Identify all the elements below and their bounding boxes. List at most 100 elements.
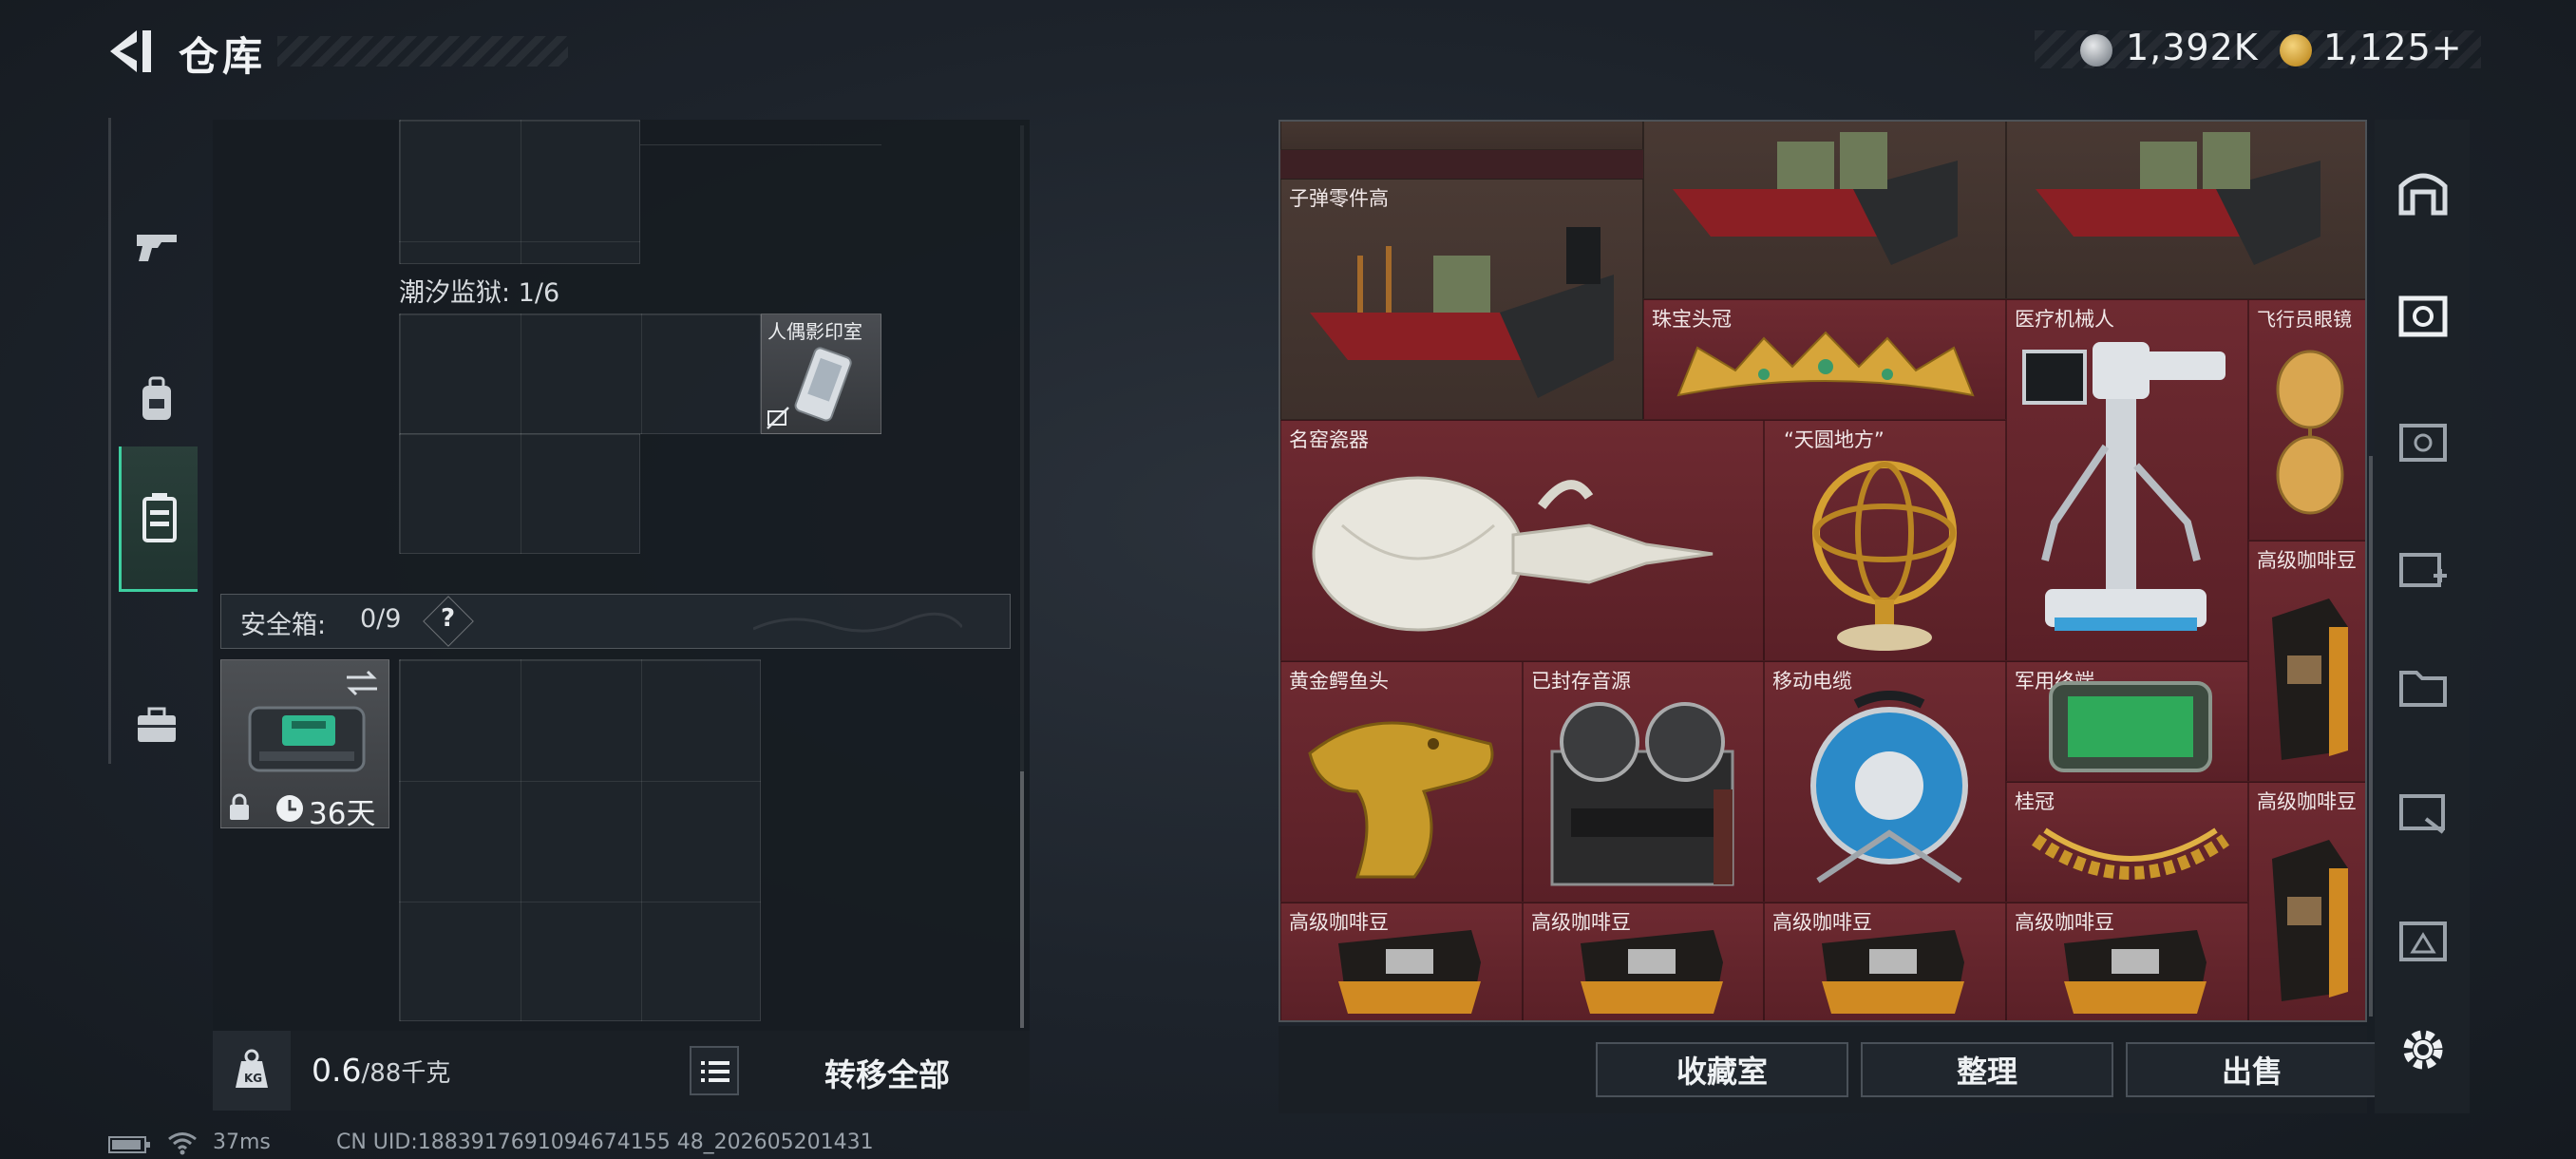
sell-button[interactable]: 出售 — [2126, 1042, 2378, 1097]
item-slot-premium-coffee-beans-1[interactable]: 高级咖啡豆 — [2248, 541, 2365, 782]
safe-box-grid[interactable] — [399, 659, 761, 1021]
silver-currency-value: 1,392K — [2126, 27, 2259, 68]
back-arrow-icon[interactable] — [103, 23, 160, 80]
item-slot-sealed-audio-source[interactable]: 已封存音源 — [1523, 661, 1764, 902]
weight-max: /88千克 — [361, 1059, 451, 1088]
briefcase-icon — [138, 707, 176, 742]
item-slot-premium-coffee-beans-6[interactable]: 高级咖啡豆 — [2006, 902, 2248, 1020]
stash-tab-1-icon[interactable] — [2397, 291, 2449, 342]
laurel-wreath-icon — [2031, 827, 2230, 880]
crown-icon — [1676, 331, 1975, 397]
list-icon — [701, 1061, 729, 1082]
item-slot-famous-porcelain[interactable]: 名窑瓷器 — [1280, 420, 1764, 661]
porcelain-vase-icon — [1312, 476, 1714, 632]
coffee-bag-icon — [1822, 930, 1964, 1014]
item-slot-premium-coffee-beans-3[interactable]: 高级咖啡豆 — [1280, 902, 1523, 1020]
left-scrollbar-thumb[interactable] — [1020, 771, 1024, 1028]
weight-icon: KG — [236, 1049, 268, 1088]
item-name: 高级咖啡豆 — [2257, 790, 2357, 813]
container-label: 潮汐监狱: 1/6 — [399, 278, 560, 308]
locker-icon — [142, 493, 177, 542]
item-slot-premium-coffee-beans-2[interactable]: 高级咖啡豆 — [2248, 782, 2365, 1020]
item-name: 子弹零件高 — [1289, 187, 1389, 210]
item-slot-partial[interactable] — [1280, 122, 1643, 150]
gun-icon — [137, 235, 177, 261]
wifi-icon — [168, 1132, 197, 1155]
tab-warehouse[interactable] — [119, 446, 198, 592]
safe-box-header: 安全箱: 0/9 ? — [220, 594, 1011, 649]
item-slot-ammo-parts[interactable]: 子弹零件高 — [1280, 179, 1643, 420]
container-grid-top-edge — [640, 120, 881, 145]
stash-tab-4-icon[interactable] — [2397, 661, 2449, 712]
safe-house-icon[interactable] — [2397, 165, 2449, 217]
item-slot-laurel-wreath[interactable]: 桂冠 — [2006, 782, 2248, 902]
backpack-icon — [142, 376, 171, 420]
uid-text: CN UID:1883917691094674155 48_2026052014… — [336, 1130, 874, 1154]
coffee-bag-icon — [1581, 930, 1723, 1014]
no-transfer-icon — [767, 407, 789, 429]
item-slot-golden-crocodile-head[interactable]: 黄金鳄鱼头 — [1280, 661, 1523, 902]
keycard-icon — [794, 347, 852, 422]
container-grid-row1[interactable] — [399, 314, 761, 434]
tab-supplies[interactable] — [119, 654, 195, 796]
item-slot-ammo-parts-3[interactable] — [2006, 122, 2365, 299]
category-tabs — [108, 118, 210, 764]
item-name: 高级咖啡豆 — [2257, 549, 2357, 572]
stash-tabs-sidebar — [2375, 120, 2470, 1113]
item-slot-military-terminal[interactable]: 军用终端 — [2006, 661, 2248, 782]
item-slot-ammo-parts-2[interactable] — [1643, 122, 2006, 299]
stash-tab-6-icon[interactable] — [2397, 914, 2449, 965]
capacity-bar: KG 0.6/88千克 转移全部 — [213, 1031, 1030, 1111]
svg-text:KG: KG — [244, 1072, 262, 1085]
transfer-all-button[interactable]: 转移全部 — [824, 1050, 950, 1095]
safe-box-slot[interactable]: 36天 — [220, 659, 389, 831]
page-title: 仓库 — [179, 33, 267, 80]
gold-token-icon — [2280, 34, 2312, 66]
ammo-crate-icon — [2036, 132, 2320, 265]
armillary-sphere-icon — [1812, 461, 1957, 651]
container-grid-top[interactable] — [399, 120, 640, 264]
collection-room-button[interactable]: 收藏室 — [1596, 1042, 1848, 1097]
ping-text: 37ms — [213, 1130, 271, 1154]
item-slot-premium-coffee-beans-5[interactable]: 高级咖啡豆 — [1764, 902, 2006, 1020]
item-name: 已封存音源 — [1531, 670, 1631, 693]
item-slot-premium-coffee-beans-4[interactable]: 高级咖啡豆 — [1523, 902, 1764, 1020]
stash-tab-2-icon[interactable] — [2397, 416, 2449, 467]
list-view-button[interactable] — [690, 1046, 739, 1095]
sort-button[interactable]: 整理 — [1861, 1042, 2113, 1097]
golden-crocodile-icon — [1308, 721, 1494, 879]
item-slot-aviator-glasses[interactable]: 飞行员眼镜 — [2248, 299, 2365, 541]
stash-tab-3-icon[interactable] — [2397, 542, 2449, 593]
ammo-crate-icon — [1673, 132, 1958, 265]
lock-icon — [230, 793, 249, 820]
safe-box-icon — [248, 706, 366, 772]
safe-box-duration: 36天 — [309, 797, 376, 831]
settings-gear-icon[interactable] — [2397, 1024, 2449, 1075]
stash-tab-5-icon[interactable] — [2397, 785, 2449, 836]
safe-box-decoration — [753, 612, 962, 633]
cable-reel-icon — [1810, 691, 1968, 884]
help-icon-label: ? — [441, 604, 456, 633]
item-slot-jeweled-crown[interactable]: 珠宝头冠 — [1643, 299, 2006, 420]
battery-icon — [108, 1136, 150, 1153]
item-name: 飞行员眼镜 — [2257, 308, 2352, 331]
container-grid-row2[interactable] — [399, 433, 640, 554]
coffee-bag-icon — [2064, 930, 2207, 1014]
safe-box-count: 0/9 — [360, 604, 402, 634]
gold-currency-value: 1,125 — [2323, 27, 2432, 68]
medical-robot-icon — [2022, 342, 2226, 631]
tab-weapons[interactable] — [119, 175, 195, 317]
weight-icon-box: KG — [213, 1031, 291, 1111]
stash-scrollbar-thumb[interactable] — [2369, 456, 2373, 1016]
coffee-bag-icon — [2272, 840, 2348, 1001]
silver-coin-icon — [2080, 34, 2112, 66]
aviator-glasses-icon — [2276, 350, 2344, 515]
ammo-crate-icon — [1310, 227, 1614, 398]
item-slot-medical-robot[interactable]: 医疗机械人 — [2006, 299, 2248, 661]
item-name: 人偶影印室 — [767, 320, 862, 343]
item-slot-armillary-sphere[interactable]: “天圆地方” — [1764, 420, 2006, 661]
item-slot-puppet-room[interactable]: 人偶影印室 — [761, 314, 881, 434]
item-slot-mobile-cable[interactable]: 移动电缆 — [1764, 661, 2006, 902]
gold-currency-plus[interactable]: + — [2432, 27, 2463, 68]
item-name: 黄金鳄鱼头 — [1289, 670, 1389, 693]
